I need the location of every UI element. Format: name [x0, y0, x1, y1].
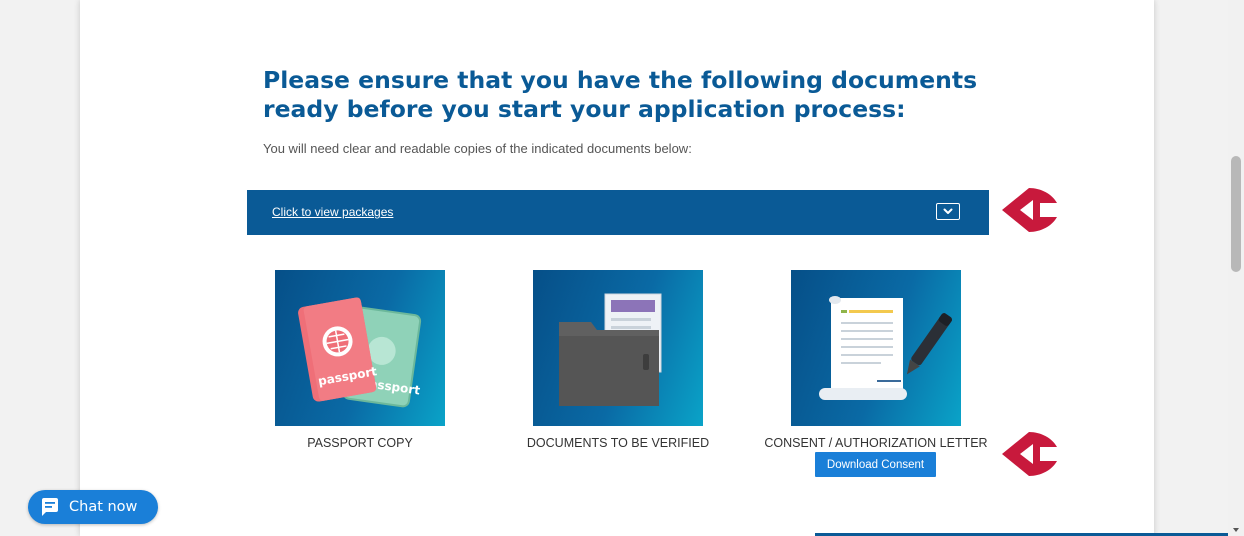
consent-label: CONSENT / AUTHORIZATION LETTER — [764, 436, 988, 450]
passport-label: PASSPORT COPY — [307, 436, 413, 450]
chat-bubble-icon — [42, 498, 58, 516]
chevron-down-icon[interactable] — [936, 203, 960, 220]
instructions-text: You will need clear and readable copies … — [263, 141, 692, 156]
documents-card — [533, 270, 703, 426]
page-scrollbar[interactable] — [1228, 0, 1244, 536]
page-title-line-1: Please ensure that you have the followin… — [263, 66, 978, 94]
red-arrow-icon — [1002, 432, 1057, 476]
scroll-down-icon[interactable] — [1232, 526, 1240, 534]
scrollbar-thumb[interactable] — [1231, 156, 1241, 272]
documents-label: DOCUMENTS TO BE VERIFIED — [526, 436, 710, 450]
folder-documents-icon — [559, 293, 662, 406]
page-title-line-2: ready before you start your application … — [263, 95, 906, 123]
chat-now-label: Chat now — [69, 499, 138, 515]
download-consent-button[interactable]: Download Consent — [815, 452, 936, 477]
red-arrow-icon — [1002, 188, 1057, 232]
packages-accordion[interactable]: Click to view packages — [247, 190, 989, 235]
chat-now-button[interactable]: Chat now — [28, 490, 158, 524]
view-packages-link[interactable]: Click to view packages — [272, 205, 393, 219]
consent-card — [791, 270, 961, 426]
passport-card: passport passport — [275, 270, 445, 426]
passport-icon: passport passport — [298, 297, 421, 408]
page-title: Please ensure that you have the followin… — [263, 66, 1003, 124]
consent-letter-icon — [819, 296, 952, 400]
